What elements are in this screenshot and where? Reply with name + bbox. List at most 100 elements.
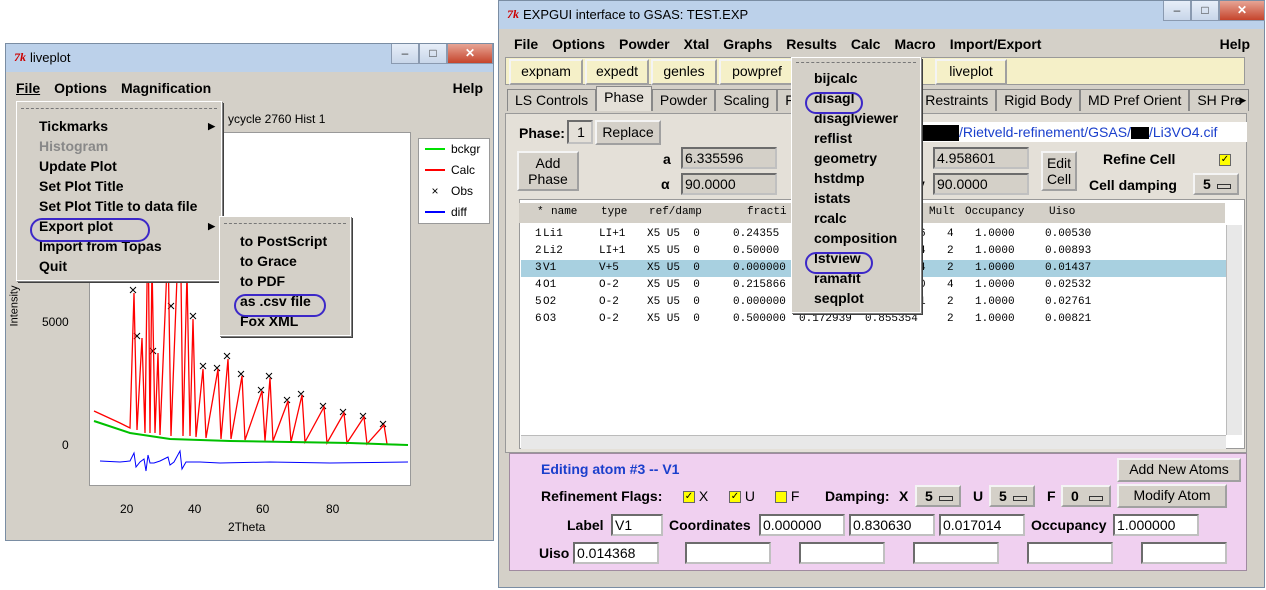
damp-u-select[interactable]: 5 <box>989 485 1035 507</box>
menu-item-tickmarks[interactable]: Tickmarks ▶ <box>17 116 221 136</box>
tearoff[interactable] <box>224 223 346 231</box>
tab-md-pref-orient[interactable]: MD Pref Orient <box>1079 89 1190 111</box>
tab-ls-controls[interactable]: LS Controls <box>507 89 597 111</box>
menu-item-postscript[interactable]: to PostScript <box>220 231 350 251</box>
genles-button[interactable]: genles <box>651 59 717 85</box>
menu-file[interactable]: File <box>9 80 47 96</box>
menu-item-reflist[interactable]: reflist <box>792 128 920 148</box>
tab-scaling[interactable]: Scaling <box>715 89 778 111</box>
cell-type: O-2 <box>599 313 619 325</box>
refine-cell-checkbox[interactable]: ✓ <box>1219 151 1231 167</box>
atom-table-scroll-h[interactable] <box>521 435 1226 449</box>
maximize-icon[interactable]: □ <box>1191 1 1219 21</box>
minimize-icon[interactable]: – <box>391 44 419 64</box>
cell-x: 0.000000 <box>733 262 786 274</box>
legend-calc: Calc <box>425 163 475 177</box>
coord-y-field[interactable]: 0.830630 <box>849 514 935 536</box>
damp-f-select[interactable]: 0 <box>1061 485 1111 507</box>
cell-uiso: 0.00530 <box>1045 228 1092 240</box>
menu-options[interactable]: Options <box>47 80 114 96</box>
add-phase-button[interactable]: Add Phase <box>517 151 579 191</box>
menu-item-quit[interactable]: Quit <box>17 256 221 276</box>
menu-item-geometry[interactable]: geometry <box>792 148 920 168</box>
coord-x-field[interactable]: 0.000000 <box>759 514 845 536</box>
menu-xtal[interactable]: Xtal <box>677 36 717 52</box>
expnam-button[interactable]: expnam <box>509 59 583 85</box>
cell-ref: X5 U5 0 <box>647 245 700 257</box>
replace-button[interactable]: Replace <box>595 120 661 145</box>
flag-f[interactable]: F <box>775 488 799 504</box>
liveplot-titlebar[interactable]: 7k liveplot – □ ✕ <box>6 44 493 72</box>
cell-mult2: 4 <box>947 279 954 291</box>
expgui-titlebar[interactable]: 7k EXPGUI interface to GSAS: TEST.EXP – □… <box>499 1 1265 29</box>
menu-help[interactable]: Help <box>1213 36 1257 52</box>
menu-item-istats[interactable]: istats <box>792 188 920 208</box>
coord-z-field[interactable]: 0.017014 <box>939 514 1025 536</box>
menu-options[interactable]: Options <box>545 36 612 52</box>
menu-item-hstdmp[interactable]: hstdmp <box>792 168 920 188</box>
atom-table-scroll-v[interactable] <box>1226 225 1242 435</box>
a-label: a <box>663 151 671 167</box>
flag-u[interactable]: ✓ U <box>729 488 755 504</box>
menu-item-update-plot[interactable]: Update Plot <box>17 156 221 176</box>
menu-macro[interactable]: Macro <box>887 36 942 52</box>
menu-import-export[interactable]: Import/Export <box>943 36 1049 52</box>
c-field[interactable]: 4.958601 <box>933 147 1029 169</box>
cell-n: 3 <box>535 262 542 274</box>
cell-mult2: 2 <box>947 262 954 274</box>
cell-occ: 1.0000 <box>975 228 1015 240</box>
cell-damping-select[interactable]: 5 <box>1193 173 1239 195</box>
menu-results[interactable]: Results <box>779 36 844 52</box>
tearoff[interactable] <box>21 108 217 116</box>
edit-cell-button[interactable]: Edit Cell <box>1041 151 1077 191</box>
powpref-button[interactable]: powpref <box>719 59 795 85</box>
menu-item-grace[interactable]: to Grace <box>220 251 350 271</box>
legend-diff: diff <box>425 205 467 219</box>
menu-powder[interactable]: Powder <box>612 36 677 52</box>
minimize-icon[interactable]: – <box>1163 1 1191 21</box>
menu-item-set-plot-title[interactable]: Set Plot Title <box>17 176 221 196</box>
close-icon[interactable]: ✕ <box>447 44 493 64</box>
empty-field-2[interactable] <box>799 542 885 564</box>
empty-field-4[interactable] <box>1027 542 1113 564</box>
tab-sh-pref[interactable]: SH Pre ▶ <box>1189 89 1250 111</box>
menu-item-set-title-datafile[interactable]: Set Plot Title to data file <box>17 196 221 216</box>
menu-item-seqplot[interactable]: seqplot <box>792 288 920 308</box>
phase-number[interactable]: 1 <box>567 120 593 144</box>
label-field[interactable]: V1 <box>611 514 663 536</box>
tab-restraints[interactable]: Restraints <box>917 89 997 111</box>
uiso-field[interactable]: 0.014368 <box>573 542 659 564</box>
menu-item-composition[interactable]: composition <box>792 228 920 248</box>
occupancy-field[interactable]: 1.000000 <box>1113 514 1199 536</box>
liveplot-button[interactable]: liveplot <box>935 59 1007 85</box>
menu-item-bijcalc[interactable]: bijcalc <box>792 68 920 88</box>
damp-x-select[interactable]: 5 <box>915 485 961 507</box>
tab-rigid-body[interactable]: Rigid Body <box>996 89 1080 111</box>
a-field[interactable]: 6.335596 <box>681 147 777 169</box>
tab-powder[interactable]: Powder <box>651 89 716 111</box>
cell-occ: 1.0000 <box>975 245 1015 257</box>
menu-help[interactable]: Help <box>446 80 490 96</box>
flag-x[interactable]: ✓ X <box>683 488 708 504</box>
alpha-field[interactable]: 90.0000 <box>681 173 777 195</box>
cell-mult2: 2 <box>947 313 954 325</box>
close-icon[interactable]: ✕ <box>1219 1 1265 21</box>
menu-magnification[interactable]: Magnification <box>114 80 218 96</box>
label-label: Label <box>567 517 604 533</box>
empty-field-5[interactable] <box>1141 542 1227 564</box>
maximize-icon[interactable]: □ <box>419 44 447 64</box>
tab-phase[interactable]: Phase <box>596 86 652 111</box>
menu-item-rcalc[interactable]: rcalc <box>792 208 920 228</box>
add-new-atoms-button[interactable]: Add New Atoms <box>1117 458 1241 482</box>
expedt-button[interactable]: expedt <box>585 59 649 85</box>
gamma-field[interactable]: 90.0000 <box>933 173 1029 195</box>
table-row[interactable]: 6 O3 O-2 X5 U5 0 0.500000 0.172939 0.855354 2… <box>521 311 1226 328</box>
cell-name: Li2 <box>543 245 563 257</box>
menu-graphs[interactable]: Graphs <box>716 36 779 52</box>
menu-file[interactable]: File <box>507 36 545 52</box>
empty-field-1[interactable] <box>685 542 771 564</box>
menu-item-pdf[interactable]: to PDF <box>220 271 350 291</box>
modify-atom-button[interactable]: Modify Atom <box>1117 484 1227 508</box>
empty-field-3[interactable] <box>913 542 999 564</box>
menu-calc[interactable]: Calc <box>844 36 888 52</box>
